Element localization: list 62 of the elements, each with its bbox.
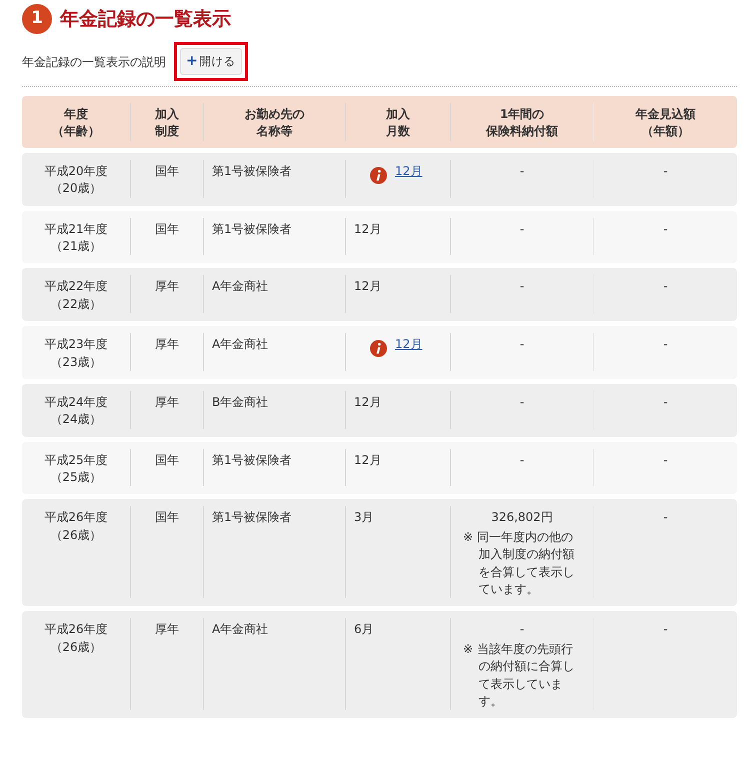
table-cell: - <box>663 394 668 409</box>
table-cell-text: 平成24年度 （24歳） <box>43 394 109 428</box>
table-cell: 厚年 <box>155 622 179 636</box>
table-cell: - <box>663 279 668 294</box>
table-cell: 厚年 <box>155 394 179 409</box>
table-cell: B年金商社 <box>212 394 268 409</box>
table-cell-text: 12月 <box>354 278 382 296</box>
table-cell: A年金商社 <box>212 622 268 636</box>
table-cell: - <box>663 337 668 352</box>
table-cell: A年金商社 <box>212 279 268 294</box>
table-cell: - <box>663 222 668 236</box>
table-cell-text: - <box>518 220 526 238</box>
table-cell: 第1号被保険者 <box>212 510 292 524</box>
table-cell-text: 12月 <box>354 394 382 411</box>
section-number: 1 <box>22 4 52 34</box>
table-cell-text: - <box>518 336 526 354</box>
table-cell-text: 6月 <box>354 621 374 638</box>
table-cell-text: 326,802円 <box>490 509 554 526</box>
table-cell: - <box>663 510 668 524</box>
note-text: ※ 同一年度内の他の加入制度の納付額を合算して表示しています。 <box>463 528 576 598</box>
table-cell: 第1号被保険者 <box>212 164 292 178</box>
table-cell-text: - <box>518 621 526 638</box>
column-header: 年金見込額 （年額） <box>593 103 737 141</box>
table-cell: 第1号被保険者 <box>212 452 292 467</box>
table-cell-text: 平成21年度 （21歳） <box>43 220 109 255</box>
table-cell: 国年 <box>155 222 179 236</box>
expand-button[interactable]: +開ける <box>180 48 242 75</box>
months-link[interactable]: 12月 <box>395 162 422 180</box>
table-cell-text: 平成20年度 （20歳） <box>43 162 109 198</box>
info-icon[interactable] <box>370 166 387 184</box>
table-cell: 厚年 <box>155 337 179 352</box>
table-cell-text: - <box>518 394 526 411</box>
table-cell-text: 平成26年度 （26歳） <box>43 509 109 544</box>
column-header: 1年間の 保険料納付額 <box>450 103 593 141</box>
column-header: お勤め先の 名称等 <box>203 103 345 141</box>
table-cell: 12月 <box>354 220 382 238</box>
table-cell: 厚年 <box>155 279 179 294</box>
table-cell-text: 平成23年度 （23歳） <box>43 336 109 371</box>
table-cell: A年金商社 <box>212 337 268 352</box>
table-cell: 国年 <box>155 164 179 178</box>
info-icon[interactable] <box>370 340 387 358</box>
table-cell: 第1号被保険者 <box>212 222 292 236</box>
table-cell-text: - <box>518 278 526 296</box>
column-header: 年度 （年齢） <box>51 106 101 140</box>
table-cell-text: 12月 <box>354 452 382 469</box>
table-cell-text: 平成22年度 （22歳） <box>43 278 109 313</box>
column-header: 加入 月数 <box>345 103 450 141</box>
section-title: 年金記録の一覧表示 <box>60 6 231 32</box>
table-cell-text: 3月 <box>354 509 374 526</box>
months-link[interactable]: 12月 <box>395 336 422 354</box>
table-cell: 国年 <box>155 452 179 467</box>
table-cell-text: 平成25年度 （25歳） <box>43 452 109 486</box>
table-cell: - <box>663 622 668 636</box>
explanation-label: 年金記録の一覧表示の説明 <box>22 54 166 70</box>
table-cell-text: - <box>518 452 526 469</box>
table-cell: 国年 <box>155 510 179 524</box>
table-cell: - <box>663 164 668 178</box>
column-header: 加入 制度 <box>130 103 203 141</box>
table-cell: - <box>663 452 668 467</box>
table-cell-text: - <box>518 162 526 180</box>
table-cell-text: 平成26年度 （26歳） <box>43 621 109 656</box>
note-text: ※ 当該年度の先頭行の納付額に合算して表示しています。 <box>463 640 576 710</box>
